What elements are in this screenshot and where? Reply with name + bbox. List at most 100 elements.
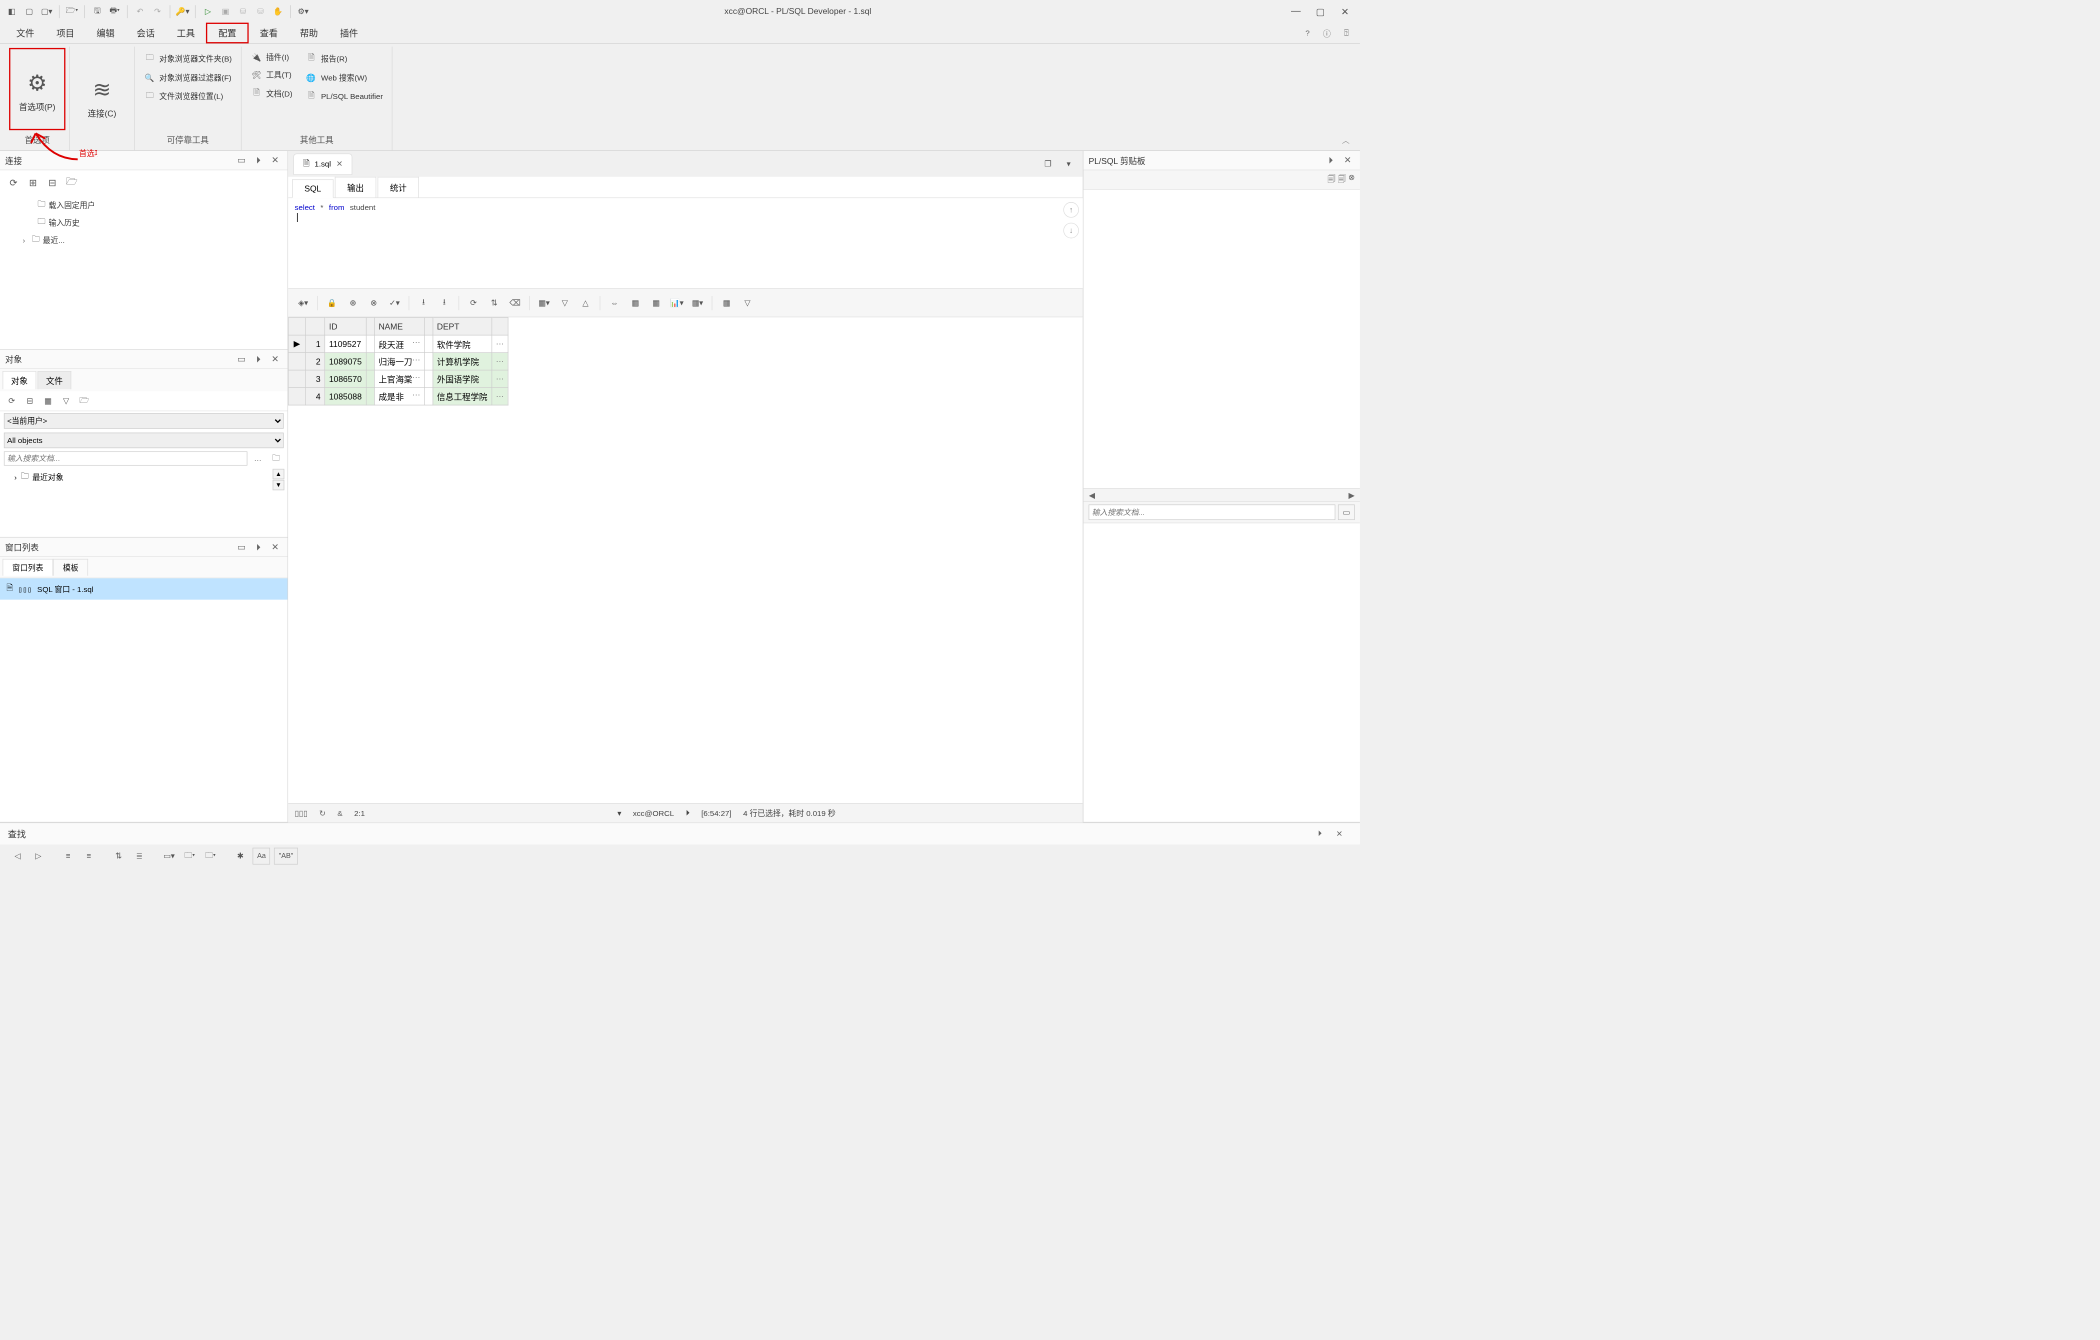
menu-plugin[interactable]: 插件 bbox=[329, 23, 369, 44]
plugin-button[interactable]: 🔌插件(I) bbox=[245, 49, 297, 65]
ob-filters-button[interactable]: 🔍对象浏览器过滤器(F) bbox=[139, 69, 237, 85]
funnel-icon[interactable]: ▽ bbox=[58, 394, 74, 408]
folder-open-icon[interactable]: 🗁 bbox=[76, 394, 92, 408]
subtab-stats[interactable]: 统计 bbox=[378, 177, 419, 198]
table-row[interactable]: ▶11109527段天涯⋯软件学院⋯ bbox=[289, 335, 508, 352]
star-icon[interactable]: ✱ bbox=[232, 848, 249, 865]
maximize-button[interactable]: ▢ bbox=[1309, 4, 1331, 20]
dropdown-icon[interactable]: ▾ bbox=[1059, 155, 1077, 173]
menu-edit[interactable]: 编辑 bbox=[85, 23, 125, 44]
menu-project[interactable]: 项目 bbox=[45, 23, 85, 44]
export-icon[interactable]: ▦ bbox=[718, 294, 735, 311]
up-arrow-icon[interactable]: ↑ bbox=[1063, 202, 1079, 218]
add-icon[interactable]: ⊞ bbox=[25, 174, 42, 191]
table-row[interactable]: 31086570上官海棠⋯外国语学院⋯ bbox=[289, 370, 508, 387]
panel-pin-icon[interactable]: ⏵ bbox=[251, 540, 265, 554]
find-list2-icon[interactable]: ≡ bbox=[80, 848, 97, 865]
refresh-icon[interactable]: ↻ bbox=[319, 809, 326, 818]
collapse-icon[interactable]: ⊟ bbox=[22, 394, 38, 408]
paste-icon[interactable]: 🗐 bbox=[1338, 173, 1346, 187]
obj-recent-objects[interactable]: ›🗀最近对象 bbox=[3, 468, 272, 485]
panel-window-icon[interactable]: ▭ bbox=[234, 352, 248, 366]
chart-icon[interactable]: 📊▾ bbox=[668, 294, 685, 311]
tab-close-icon[interactable]: ✕ bbox=[336, 159, 343, 168]
ribbon-collapse-icon[interactable]: ︿ bbox=[1338, 132, 1354, 148]
menu-help[interactable]: 帮助 bbox=[289, 23, 329, 44]
plus-icon[interactable]: ⊕ bbox=[345, 294, 362, 311]
file-locations-button[interactable]: 🗀文件浏览器位置(L) bbox=[139, 87, 237, 106]
help-icon[interactable]: ? bbox=[1299, 25, 1316, 42]
panel-pin-icon[interactable]: ⏵ bbox=[251, 153, 265, 167]
print-icon[interactable]: 🖶▾ bbox=[107, 4, 123, 20]
new-icon[interactable]: ▢ bbox=[21, 4, 37, 20]
ob-folders-button[interactable]: 🗀对象浏览器文件夹(B) bbox=[139, 49, 237, 68]
clear-icon[interactable]: ⊗ bbox=[1348, 173, 1355, 187]
fetch-next-icon[interactable]: ⭳ bbox=[415, 294, 432, 311]
scroll-up-icon[interactable]: ▲ bbox=[273, 469, 285, 479]
docs-button[interactable]: 🗎文档(D) bbox=[245, 84, 297, 103]
info-icon[interactable]: ⓘ bbox=[1319, 25, 1336, 42]
results-grid[interactable]: ID NAME DEPT ▶11109527段天涯⋯软件学院⋯21089075归… bbox=[288, 317, 1083, 803]
folder2-icon[interactable]: 🗀▾ bbox=[202, 848, 219, 865]
cancel-icon[interactable]: ⊗ bbox=[365, 294, 382, 311]
panel-close-icon[interactable]: ✕ bbox=[268, 153, 282, 167]
ellipsis-icon[interactable]: … bbox=[250, 451, 266, 465]
scroll-left-icon[interactable]: ◀ bbox=[1086, 489, 1098, 501]
save-icon[interactable]: 🖫 bbox=[89, 4, 105, 20]
menu-view[interactable]: 查看 bbox=[249, 23, 289, 44]
folder-icon[interactable]: 🗀▾ bbox=[181, 848, 198, 865]
sort-desc-icon[interactable]: △ bbox=[577, 294, 594, 311]
case-sensitive-icon[interactable]: Aa bbox=[253, 848, 271, 865]
web-search-button[interactable]: 🌐Web 搜索(W) bbox=[300, 69, 388, 85]
copy-icon[interactable]: 🗐 bbox=[1328, 173, 1336, 187]
down-arrow-icon[interactable]: ↓ bbox=[1063, 223, 1079, 239]
user-dropdown[interactable]: <当前用户> bbox=[4, 413, 284, 429]
link-icon[interactable]: ⇔ bbox=[606, 294, 623, 311]
scroll-down-icon[interactable]: ▼ bbox=[273, 480, 285, 490]
connections-button[interactable]: ≋ 连接(C) bbox=[74, 48, 130, 143]
question-icon[interactable]: ⍰ bbox=[1338, 25, 1355, 42]
tree-recent[interactable]: ›🗀最近... bbox=[5, 231, 282, 248]
document-tab[interactable]: 🗎 1.sql ✕ bbox=[293, 153, 352, 174]
minus-icon[interactable]: ⊟ bbox=[44, 174, 61, 191]
tree-input-history[interactable]: 🗀输入历史 bbox=[5, 214, 282, 231]
key-icon[interactable]: 🔑▾ bbox=[175, 4, 191, 20]
grid-icon[interactable]: ▦ bbox=[40, 394, 56, 408]
folder-icon[interactable]: 🗁 bbox=[63, 174, 80, 191]
subtab-output[interactable]: 输出 bbox=[335, 177, 376, 198]
funnel-icon[interactable]: ▽ bbox=[739, 294, 756, 311]
find-list-icon[interactable]: ≡ bbox=[60, 848, 77, 865]
tab-templates[interactable]: 模板 bbox=[53, 559, 88, 576]
panel-close-icon[interactable]: ✕ bbox=[268, 352, 282, 366]
table-row[interactable]: 21089075归海一刀⋯计算机学院⋯ bbox=[289, 353, 508, 370]
ampersand-icon[interactable]: & bbox=[337, 809, 342, 818]
open-icon[interactable]: 🗁▾ bbox=[64, 4, 80, 20]
table-row[interactable]: 41085088成是非⋯信息工程学院⋯ bbox=[289, 388, 508, 405]
tab-files[interactable]: 文件 bbox=[38, 371, 72, 389]
panel-window-icon[interactable]: ▭ bbox=[234, 540, 248, 554]
refresh-icon[interactable]: ⟳ bbox=[4, 394, 20, 408]
marker-icon[interactable]: ▭▾ bbox=[161, 848, 178, 865]
objects-search-input[interactable] bbox=[4, 451, 247, 465]
db-icon[interactable]: ⛁ bbox=[235, 4, 251, 20]
refresh-icon[interactable]: ⟳ bbox=[465, 294, 482, 311]
find-next-icon[interactable]: ▷ bbox=[30, 848, 47, 865]
refresh-icon[interactable]: ⟳ bbox=[5, 174, 22, 191]
tab-objects[interactable]: 对象 bbox=[3, 371, 37, 389]
whole-word-icon[interactable]: "AB" bbox=[274, 848, 298, 865]
layout-icon[interactable]: ▦▾ bbox=[689, 294, 706, 311]
target-icon[interactable]: ◈▾ bbox=[295, 294, 312, 311]
close-button[interactable]: ✕ bbox=[1334, 4, 1356, 20]
sql-editor[interactable]: select * from student | ↑ ↓ bbox=[288, 198, 1083, 289]
tools-button[interactable]: 🛠工具(T) bbox=[245, 67, 297, 83]
new-dropdown-icon[interactable]: ▢▾ bbox=[39, 4, 55, 20]
grid-record-icon[interactable]: ▦ bbox=[648, 294, 665, 311]
tree-fixed-users[interactable]: 🗀载入固定用户 bbox=[5, 196, 282, 213]
check-icon[interactable]: ✓▾ bbox=[386, 294, 403, 311]
subtab-sql[interactable]: SQL bbox=[292, 179, 333, 198]
execute-icon[interactable]: ▷ bbox=[200, 4, 216, 20]
panel-window-icon[interactable]: ▭ bbox=[234, 153, 248, 167]
window-list-item[interactable]: 🗎 ▯▯▯ SQL 窗口 - 1.sql bbox=[0, 578, 288, 599]
menu-session[interactable]: 会话 bbox=[126, 23, 166, 44]
panel-close-icon[interactable]: ✕ bbox=[268, 540, 282, 554]
